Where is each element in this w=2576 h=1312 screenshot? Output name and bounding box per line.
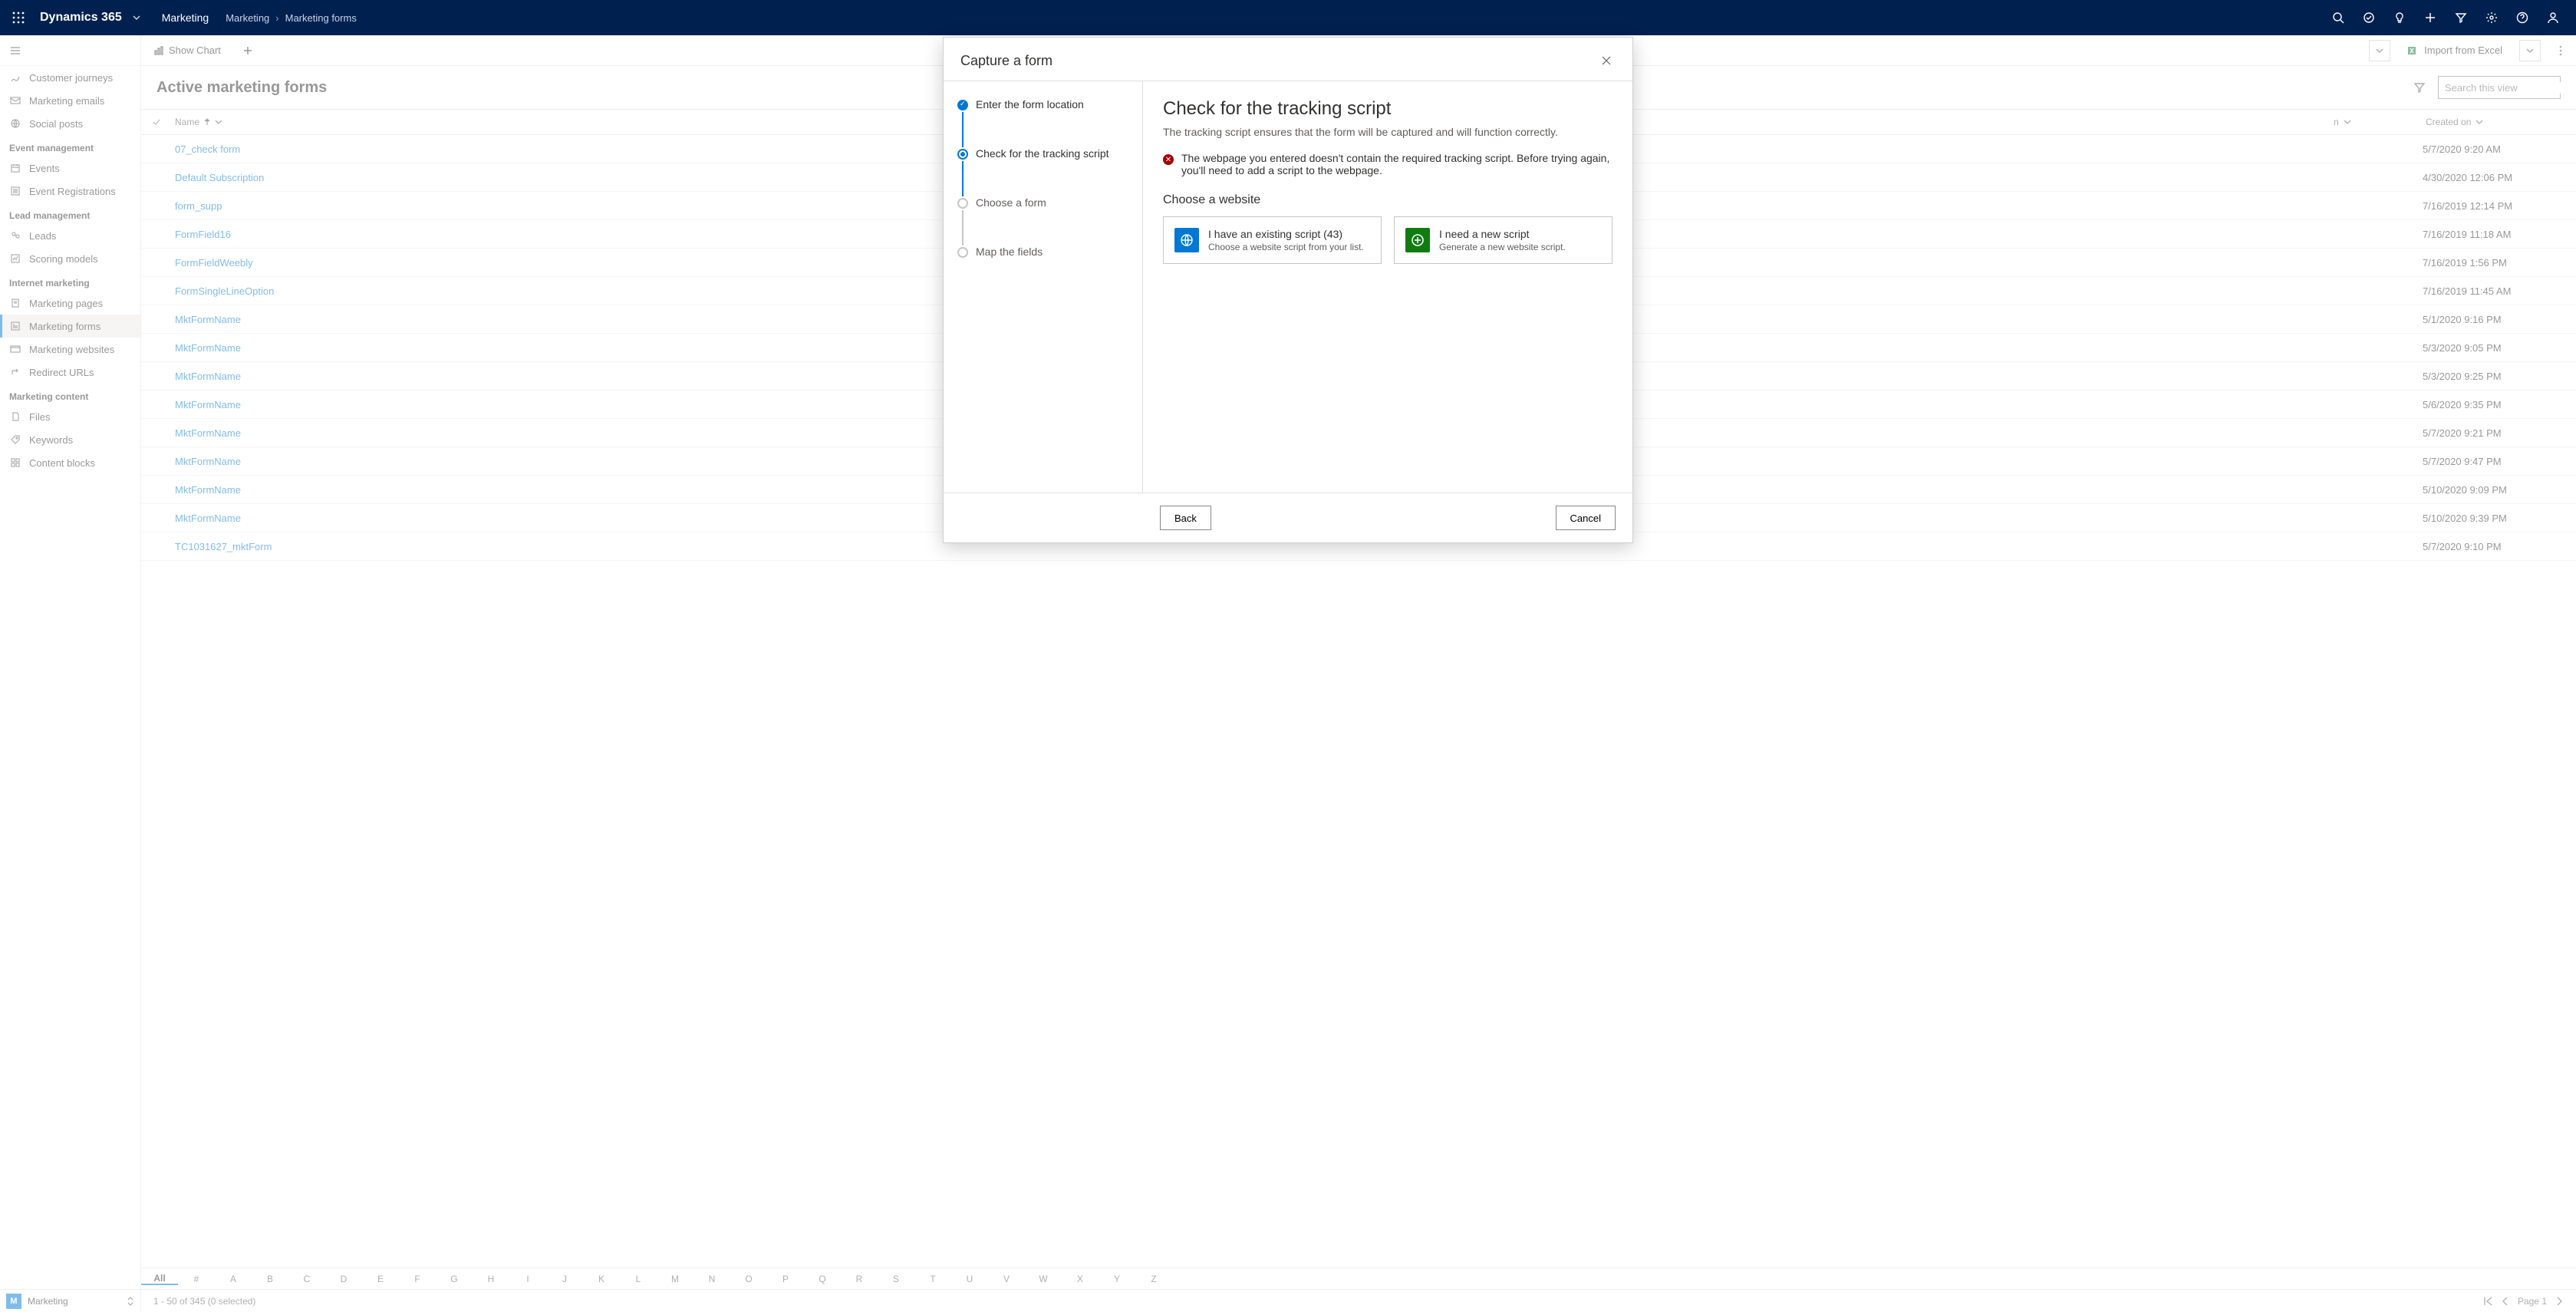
plus-icon: [1405, 228, 1430, 252]
chevron-down-icon[interactable]: [133, 14, 140, 21]
step-label: Check for the tracking script: [976, 147, 1109, 160]
option-desc: Choose a website script from your list.: [1208, 242, 1364, 252]
breadcrumb: Marketing › Marketing forms: [226, 12, 357, 24]
stepper-step: Choose a form: [957, 196, 1128, 246]
topbar-actions: [2324, 4, 2567, 31]
panel-subheading: The tracking script ensures that the for…: [1163, 126, 1612, 138]
close-icon[interactable]: [1597, 51, 1616, 70]
breadcrumb-item[interactable]: Marketing forms: [285, 12, 357, 24]
step-bullet-icon: [957, 198, 968, 209]
help-icon[interactable]: [2508, 4, 2536, 31]
step-bullet-icon: [957, 100, 968, 110]
app-launcher-icon[interactable]: [6, 5, 31, 30]
search-icon[interactable]: [2324, 4, 2352, 31]
gear-icon[interactable]: [2478, 4, 2505, 31]
dialog-panel: Check for the tracking script The tracki…: [1143, 81, 1632, 493]
error-icon: ✕: [1163, 154, 1174, 165]
error-message: ✕ The webpage you entered doesn't contai…: [1163, 152, 1612, 176]
stepper-step: Enter the form location: [957, 98, 1128, 147]
website-option[interactable]: I need a new script Generate a new websit…: [1394, 216, 1612, 264]
chevron-right-icon: ›: [275, 12, 278, 24]
step-label: Choose a form: [976, 196, 1046, 209]
step-label: Map the fields: [976, 246, 1043, 258]
task-icon[interactable]: [2355, 4, 2383, 31]
error-text: The webpage you entered doesn't contain …: [1181, 152, 1612, 176]
filter-icon[interactable]: [2447, 4, 2475, 31]
step-bullet-icon: [957, 149, 968, 160]
area-label[interactable]: Marketing: [162, 12, 209, 24]
breadcrumb-item[interactable]: Marketing: [226, 12, 269, 24]
step-label: Enter the form location: [976, 98, 1084, 110]
brand-name[interactable]: Dynamics 365: [40, 11, 122, 25]
user-icon[interactable]: [2539, 4, 2567, 31]
option-title: I need a new script: [1439, 228, 1566, 240]
lightbulb-icon[interactable]: [2386, 4, 2413, 31]
stepper-step: Map the fields: [957, 246, 1128, 258]
back-button[interactable]: Back: [1160, 506, 1211, 530]
panel-heading: Check for the tracking script: [1163, 98, 1612, 120]
dialog-title: Capture a form: [960, 53, 1052, 69]
stepper: Enter the form location Check for the tra…: [944, 81, 1143, 493]
choose-label: Choose a website: [1163, 193, 1612, 207]
option-desc: Generate a new website script.: [1439, 242, 1566, 252]
website-option[interactable]: I have an existing script (43) Choose a w…: [1163, 216, 1382, 264]
capture-form-dialog: Capture a form Enter the form location Ch…: [943, 37, 1633, 543]
option-title: I have an existing script (43): [1208, 228, 1364, 240]
modal-overlay: Capture a form Enter the form location Ch…: [0, 35, 2576, 1312]
stepper-step: Check for the tracking script: [957, 147, 1128, 196]
topbar: Dynamics 365 Marketing Marketing › Marke…: [0, 0, 2576, 35]
step-bullet-icon: [957, 247, 968, 258]
plus-icon[interactable]: [2416, 4, 2444, 31]
globe-icon: [1174, 228, 1199, 252]
cancel-button[interactable]: Cancel: [1556, 506, 1616, 530]
